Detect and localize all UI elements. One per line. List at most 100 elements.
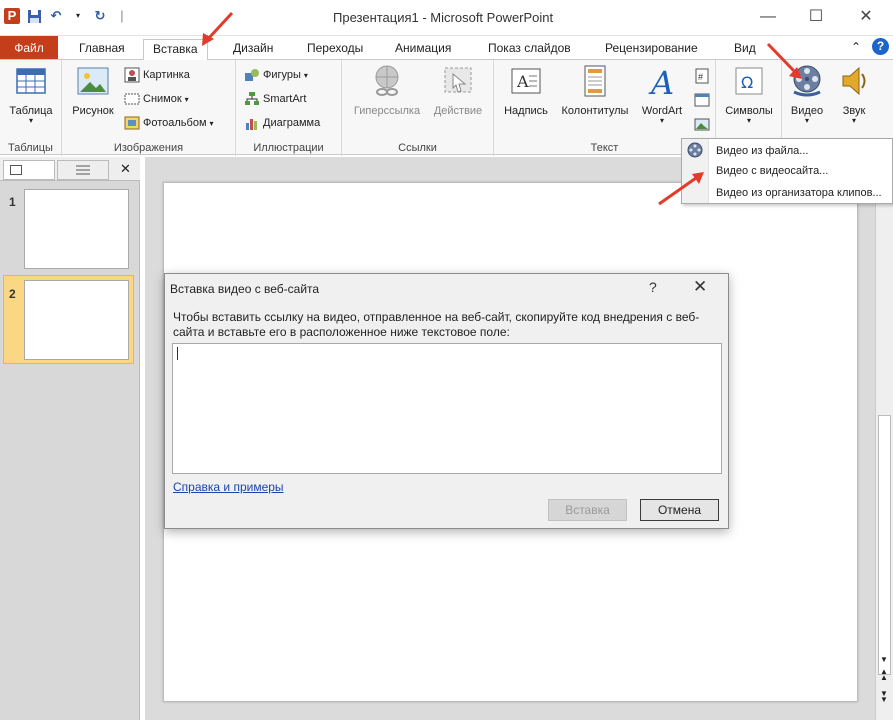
- photo-album-label: Фотоальбом: [143, 117, 207, 129]
- screenshot-caret-icon: ▾: [184, 94, 189, 104]
- insert-object-icon: [694, 118, 710, 131]
- clipart-label: Картинка: [143, 69, 190, 81]
- symbols-button[interactable]: Ω Символы ▾: [720, 64, 778, 125]
- shapes-label: Фигуры: [263, 69, 301, 81]
- tab-file[interactable]: Файл: [0, 36, 58, 60]
- video-button[interactable]: Видео ▾: [784, 64, 830, 125]
- photo-album-caret-icon: ▾: [209, 118, 214, 128]
- insert-object-button[interactable]: [694, 114, 710, 134]
- slide-number-button[interactable]: #: [694, 66, 710, 86]
- photo-album-button[interactable]: Фотоальбом ▾: [124, 113, 214, 133]
- cancel-button[interactable]: Отмена: [640, 499, 719, 521]
- group-label-images: Изображения: [113, 142, 184, 154]
- wordart-caret-icon: ▾: [659, 116, 664, 125]
- tab-outline[interactable]: [57, 160, 109, 180]
- tab-review[interactable]: Рецензирование: [596, 39, 707, 60]
- photo-album-icon: [124, 116, 140, 130]
- textbox-icon: A: [511, 68, 541, 94]
- tab-design[interactable]: Дизайн: [224, 39, 282, 60]
- chart-button[interactable]: Диаграмма: [244, 113, 320, 133]
- tab-insert[interactable]: Вставка: [143, 39, 208, 60]
- textbox-button[interactable]: A Надпись: [498, 64, 554, 117]
- insert-video-from-website-dialog: Вставка видео с веб-сайта ? ✕ Чтобы вста…: [164, 273, 729, 529]
- screenshot-label: Снимок: [143, 93, 182, 105]
- omega-icon: Ω: [735, 67, 763, 95]
- svg-text:#: #: [698, 72, 703, 82]
- help-and-examples-link[interactable]: Справка и примеры: [173, 480, 284, 494]
- picture-button[interactable]: Рисунок: [68, 64, 118, 117]
- audio-button[interactable]: Звук ▾: [834, 64, 874, 125]
- menu-item-video-from-clip-organizer[interactable]: Видео из организатора клипов...: [716, 187, 882, 199]
- slide-thumbnail-2[interactable]: [24, 280, 129, 360]
- svg-text:A: A: [516, 72, 529, 91]
- tab-home[interactable]: Главная: [70, 39, 134, 60]
- dialog-instruction: Чтобы вставить ссылку на видео, отправле…: [173, 310, 700, 339]
- dialog-close-button[interactable]: ✕: [693, 277, 707, 297]
- tab-animations[interactable]: Анимация: [386, 39, 460, 60]
- clipart-button[interactable]: Картинка: [124, 65, 190, 85]
- screenshot-button[interactable]: Снимок ▾: [124, 89, 189, 109]
- title-bar: P ↶ ▾ ↻ | Презентация1 - Microsoft Power…: [0, 0, 893, 36]
- svg-text:A: A: [648, 64, 674, 98]
- action-button[interactable]: Действие: [428, 64, 488, 117]
- tab-slideshow[interactable]: Показ слайдов: [479, 39, 580, 60]
- chart-label: Диаграмма: [263, 117, 321, 129]
- close-window-button[interactable]: ✕: [851, 6, 881, 28]
- close-panel-icon[interactable]: ✕: [120, 161, 131, 177]
- dropdown-icon-strip: [682, 139, 709, 203]
- embed-code-textarea[interactable]: [172, 343, 722, 474]
- previous-slide-icon[interactable]: ▲ ▲: [880, 668, 888, 682]
- vertical-scrollbar[interactable]: ▼ ▲ ▲ ▼ ▼: [875, 157, 893, 720]
- ribbon-tabs: Файл Главная Вставка Дизайн Переходы Ани…: [0, 36, 893, 60]
- collapse-ribbon-icon[interactable]: ⌃: [851, 40, 861, 54]
- clipart-icon: [124, 67, 140, 83]
- smartart-button[interactable]: SmartArt: [244, 89, 306, 109]
- scroll-down-icon[interactable]: ▼: [880, 655, 888, 664]
- group-images: Рисунок Картинка Снимок ▾ Фотоальбом ▾ И…: [62, 60, 236, 156]
- table-icon: [16, 68, 46, 94]
- slides-panel: ✕ 1 2: [0, 157, 140, 720]
- powerpoint-logo-icon[interactable]: P: [4, 8, 20, 24]
- action-label: Действие: [433, 105, 483, 117]
- shapes-button[interactable]: Фигуры ▾: [244, 65, 308, 85]
- header-footer-button[interactable]: Колонтитулы: [556, 64, 634, 117]
- hyperlink-button[interactable]: Гиперссылка: [348, 64, 426, 117]
- film-reel-icon: [793, 65, 821, 97]
- video-from-file-icon: [687, 142, 703, 158]
- table-button[interactable]: Таблица ▾: [4, 64, 58, 125]
- shapes-icon: [245, 69, 259, 81]
- hyperlink-label: Гиперссылка: [353, 105, 421, 117]
- slide-number-icon: #: [695, 68, 709, 84]
- hyperlink-icon: [375, 65, 399, 96]
- video-dropdown-menu: Видео из файла... Видео с видеосайта... …: [681, 138, 893, 204]
- next-slide-icon[interactable]: ▼ ▼: [880, 690, 888, 704]
- maximize-button[interactable]: ☐: [801, 6, 831, 28]
- slide-thumbnail-1[interactable]: [24, 189, 129, 269]
- scrollbar-thumb[interactable]: [878, 415, 891, 675]
- dialog-help-button[interactable]: ?: [649, 279, 657, 295]
- group-label-links: Ссылки: [398, 142, 437, 154]
- textbox-label: Надпись: [504, 105, 548, 117]
- picture-label: Рисунок: [72, 105, 114, 117]
- help-icon[interactable]: ?: [872, 38, 889, 55]
- wordart-button[interactable]: A WordArt ▾: [634, 64, 690, 125]
- tab-slides-thumbnails[interactable]: [3, 160, 55, 180]
- dialog-title: Вставка видео с веб-сайта: [170, 282, 320, 296]
- menu-item-video-from-website[interactable]: Видео с видеосайта...: [716, 165, 828, 177]
- minimize-button[interactable]: —: [753, 6, 783, 28]
- tab-transitions[interactable]: Переходы: [298, 39, 372, 60]
- slide-number-2: 2: [9, 287, 16, 301]
- undo-icon[interactable]: ↶: [48, 8, 64, 24]
- insert-button[interactable]: Вставка: [548, 499, 627, 521]
- date-time-button[interactable]: [694, 90, 710, 110]
- redo-icon[interactable]: ↻: [92, 8, 108, 24]
- outline-icon: [76, 165, 90, 175]
- audio-caret-icon: ▾: [851, 116, 856, 125]
- table-caret-icon: ▾: [28, 116, 33, 125]
- tab-view[interactable]: Вид: [725, 39, 765, 60]
- smartart-icon: [245, 92, 259, 105]
- menu-item-video-from-file[interactable]: Видео из файла...: [716, 145, 808, 157]
- slides-thumbnail-icon: [10, 165, 22, 175]
- save-icon[interactable]: [26, 8, 42, 24]
- undo-dropdown-icon[interactable]: ▾: [70, 8, 86, 24]
